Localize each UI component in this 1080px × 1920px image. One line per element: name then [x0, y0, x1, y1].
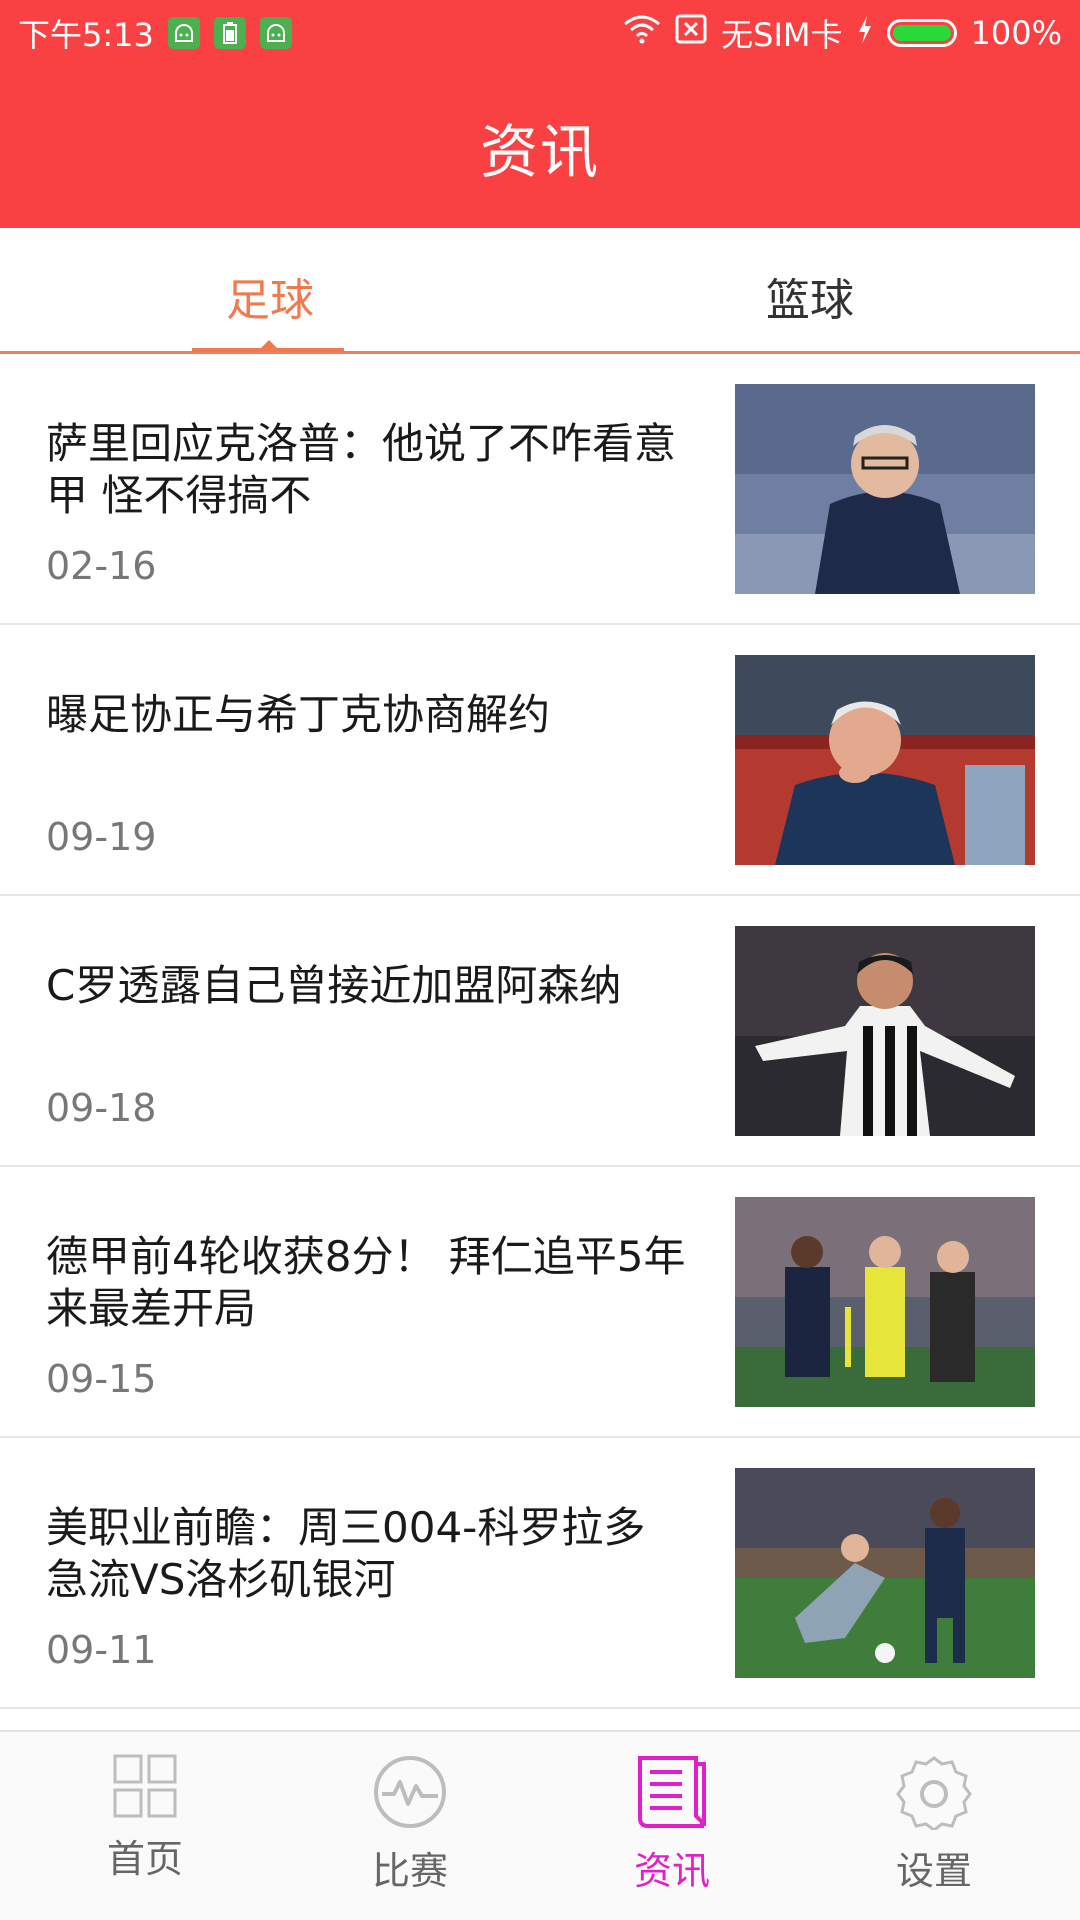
category-tabs: 足球 篮球	[0, 228, 1080, 354]
battery-percent: 100%	[970, 14, 1062, 52]
tab-football[interactable]: 足球	[120, 264, 420, 328]
charging-icon	[857, 14, 873, 52]
status-time: 下午5:13	[18, 16, 154, 54]
android-icon	[259, 17, 292, 49]
news-date: 09-15	[46, 1357, 157, 1401]
carrier-label: 无SIM卡	[721, 16, 843, 54]
news-item[interactable]: 德甲前4轮收获8分！ 拜仁追平5年来最差开局 09-15	[0, 1167, 1080, 1438]
news-item[interactable]: 萨里回应克洛普：他说了不咋看意甲 怪不得搞不 02-16	[0, 354, 1080, 625]
news-thumbnail	[735, 1468, 1035, 1678]
news-thumbnail	[735, 655, 1035, 865]
tab-caret	[260, 340, 278, 349]
news-list: 萨里回应克洛普：他说了不咋看意甲 怪不得搞不 02-16 曝足协正与希丁克协商解…	[0, 354, 1080, 1709]
gear-icon	[896, 1756, 972, 1830]
news-date: 02-16	[46, 544, 157, 588]
nav-news[interactable]: 资讯	[572, 1754, 772, 1895]
news-thumbnail	[735, 1197, 1035, 1407]
news-title: 萨里回应克洛普：他说了不咋看意甲 怪不得搞不	[46, 419, 677, 520]
news-title: C罗透露自己曾接近加盟阿森纳	[46, 961, 622, 1010]
news-thumbnail	[735, 384, 1035, 594]
tab-basketball[interactable]: 篮球	[660, 264, 960, 328]
news-thumbnail	[735, 926, 1035, 1136]
nav-matches[interactable]: 比赛	[310, 1754, 510, 1895]
nav-label: 资讯	[633, 1849, 710, 1893]
pulse-icon	[374, 1756, 446, 1828]
grid-icon	[113, 1754, 177, 1818]
status-bar: 下午5:13 无SIM卡 100%	[0, 0, 1080, 60]
no-sim-icon	[675, 14, 707, 52]
page-title: 资讯	[479, 118, 600, 186]
nav-settings[interactable]: 设置	[834, 1754, 1034, 1895]
news-item[interactable]: C罗透露自己曾接近加盟阿森纳 09-18	[0, 896, 1080, 1167]
nav-label: 设置	[895, 1849, 972, 1893]
news-item[interactable]: 曝足协正与希丁克协商解约 09-19	[0, 625, 1080, 896]
news-date: 09-19	[46, 815, 157, 859]
battery-app-icon	[213, 17, 246, 49]
bottom-nav: 首页 比赛 资讯 设置	[0, 1730, 1080, 1920]
news-title: 曝足协正与希丁克协商解约	[46, 690, 551, 739]
android-icon	[167, 17, 200, 49]
news-item[interactable]: 美职业前瞻：周三004-科罗拉多急流VS洛杉矶银河 09-11	[0, 1438, 1080, 1709]
news-title: 德甲前4轮收获8分！ 拜仁追平5年来最差开局	[46, 1232, 686, 1333]
battery-icon	[886, 19, 957, 47]
app-header: 下午5:13 无SIM卡 100% 资讯	[0, 0, 1080, 228]
news-date: 09-18	[46, 1086, 157, 1130]
news-title: 美职业前瞻：周三004-科罗拉多急流VS洛杉矶银河	[46, 1503, 646, 1604]
wifi-icon	[623, 14, 661, 52]
news-date: 09-11	[46, 1628, 157, 1672]
nav-home[interactable]: 首页	[45, 1754, 245, 1883]
nav-label: 比赛	[371, 1849, 448, 1893]
book-icon	[638, 1756, 706, 1828]
nav-label: 首页	[106, 1837, 183, 1881]
